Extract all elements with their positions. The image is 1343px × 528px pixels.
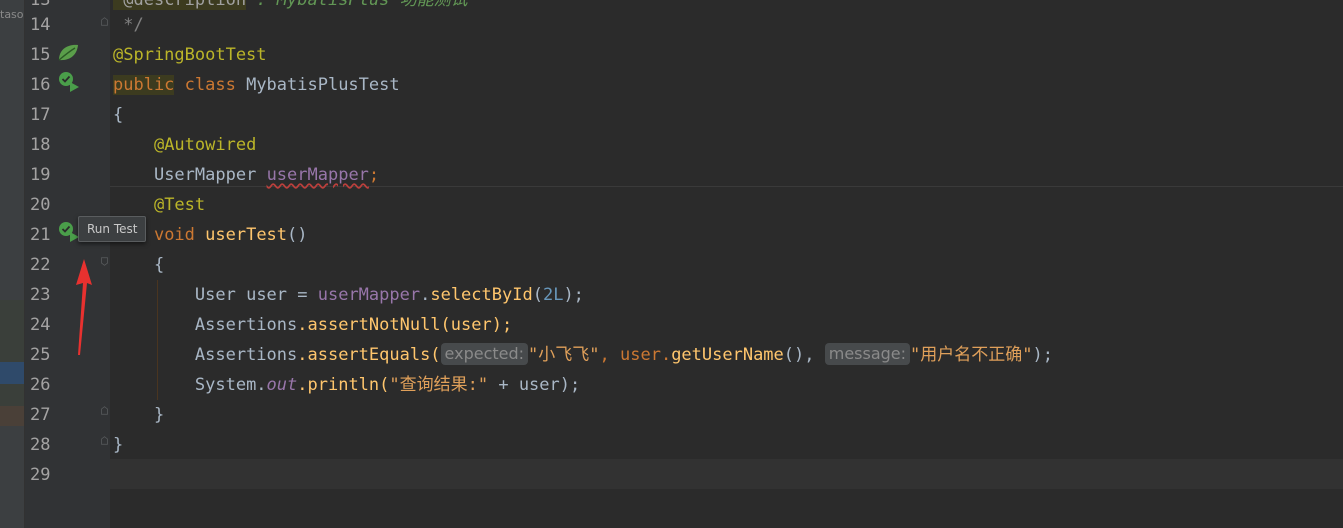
code-line-16: public class MybatisPlusTest [113, 75, 400, 95]
strip-selected-item[interactable] [0, 362, 24, 384]
line-number: 25 [30, 345, 51, 365]
code-line-15: @SpringBootTest [113, 45, 267, 65]
line-number: 24 [30, 315, 51, 335]
strip-item [0, 384, 24, 406]
code-line-23: User user = userMapper.selectById(2L); [194, 285, 584, 305]
fold-end-icon[interactable] [100, 436, 109, 445]
line-number: 20 [30, 195, 51, 215]
code-line-26: System.out.println("查询结果:" + user); [194, 375, 581, 395]
line-number: 23 [30, 285, 51, 305]
fold-start-icon[interactable] [100, 257, 109, 266]
code-line-27: } [153, 405, 165, 425]
code-line-13: @description : MybatisPlus 功能测试 [113, 0, 468, 15]
run-test-tooltip: Run Test [78, 216, 147, 242]
parameter-hint-expected: expected: [440, 343, 529, 365]
line-number: 19 [30, 165, 51, 185]
code-line-22: { [153, 255, 165, 275]
project-panel-strip[interactable]: taso [0, 0, 25, 528]
code-line-18: @Autowired [153, 135, 257, 155]
line-number: 17 [30, 105, 51, 125]
line-number: 22 [30, 255, 51, 275]
code-text-area[interactable]: @description : MybatisPlus 功能测试 */ @Spri… [110, 0, 1343, 528]
code-line-25: Assertions.assertEquals(expected: "小飞飞", … [194, 343, 1053, 365]
red-annotation-arrow-icon [76, 259, 92, 355]
run-test-class-icon[interactable] [58, 71, 82, 95]
line-number: 18 [30, 135, 51, 155]
line-number: 29 [30, 465, 51, 485]
editor-gutter[interactable]: 13 14 15 16 17 18 19 20 21 22 23 24 25 2… [25, 0, 110, 528]
code-line-14: */ [113, 15, 144, 35]
strip-selection-block [0, 300, 24, 362]
strip-item-highlight [0, 406, 24, 426]
line-number: 28 [30, 435, 51, 455]
line-number: 14 [30, 15, 51, 35]
code-line-28: } [113, 435, 124, 455]
spring-bean-icon[interactable] [56, 43, 80, 63]
parameter-hint-message: message: [824, 343, 911, 365]
fold-end-icon[interactable] [100, 406, 109, 415]
fold-end-icon[interactable] [100, 17, 109, 26]
code-line-17: { [113, 105, 124, 125]
code-editor[interactable]: taso 13 14 15 16 17 18 19 20 21 22 23 24… [0, 0, 1343, 528]
project-strip-label: taso [0, 8, 24, 21]
line-number: 26 [30, 375, 51, 395]
code-line-19: UserMapper userMapper; [153, 165, 380, 185]
line-number: 16 [30, 75, 51, 95]
line-number: 21 [30, 225, 51, 245]
line-number: 27 [30, 405, 51, 425]
code-line-24: Assertions.assertNotNull(user); [194, 315, 513, 335]
